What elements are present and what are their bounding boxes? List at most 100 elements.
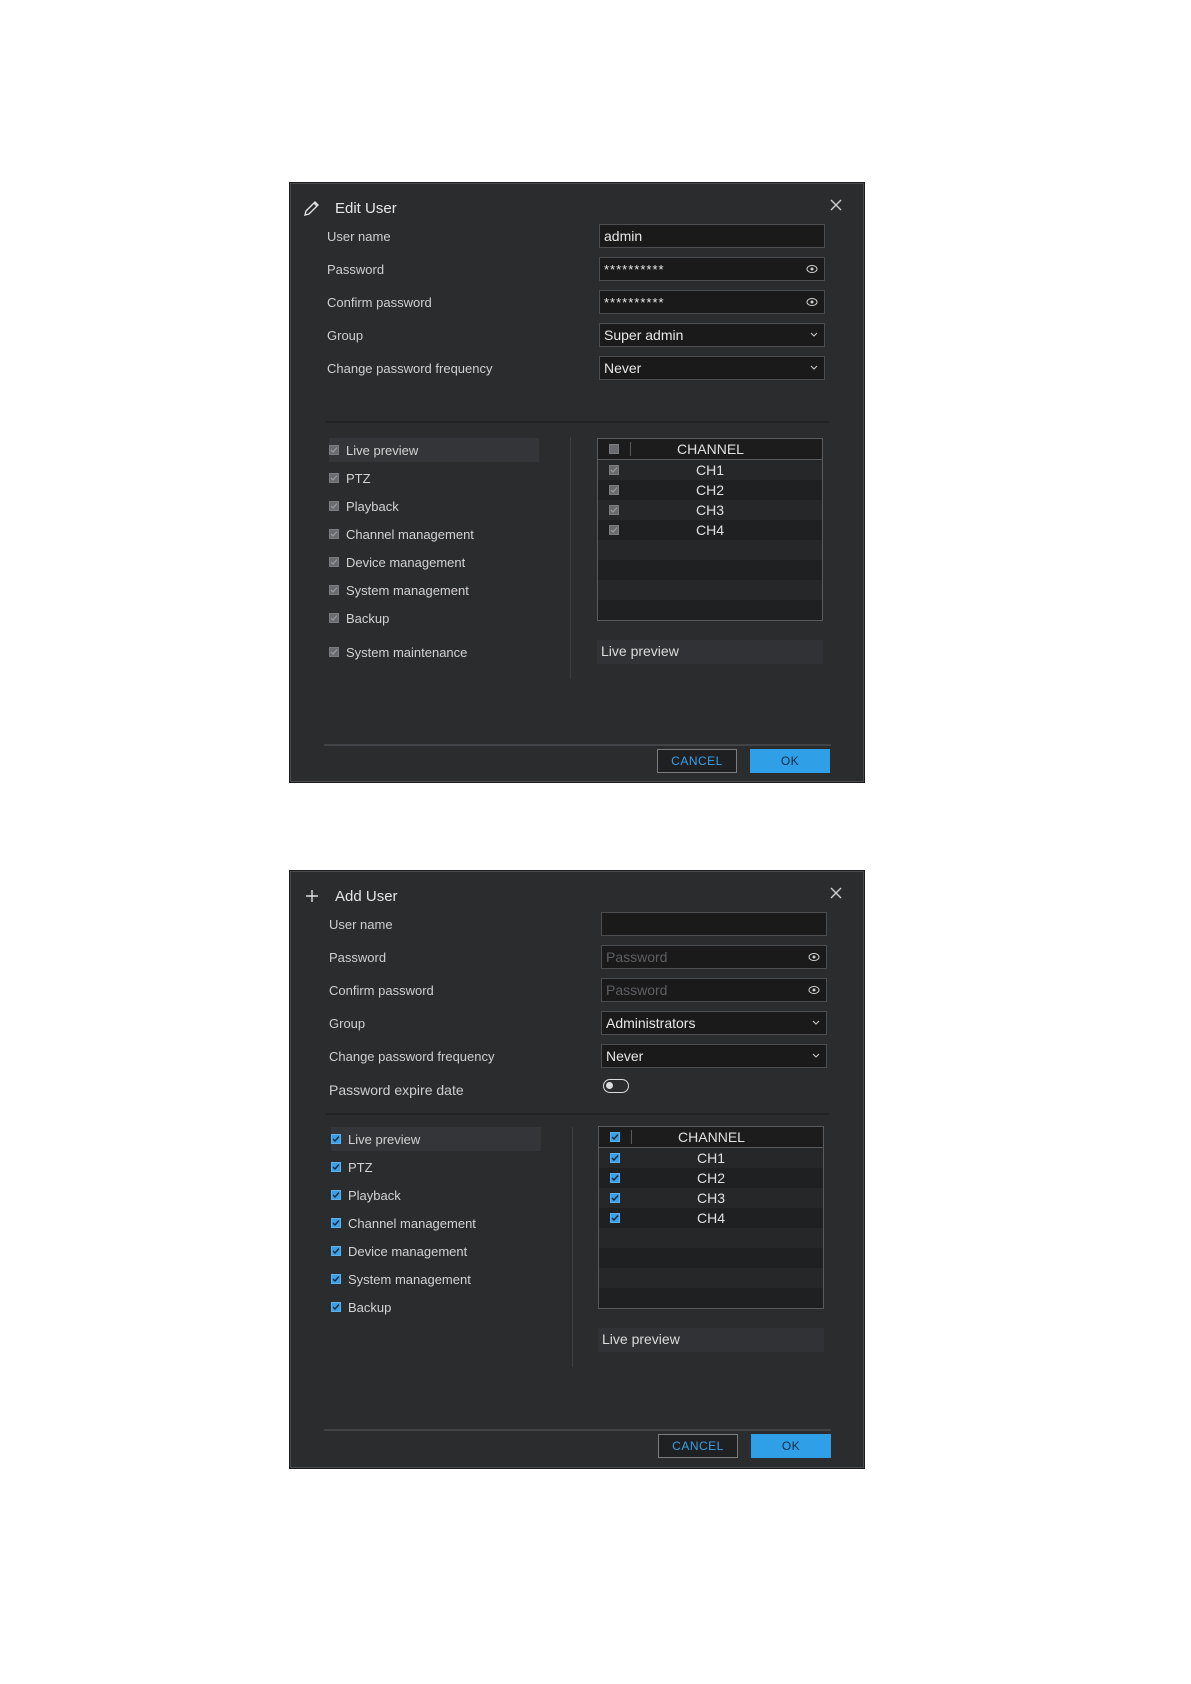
permission-checkbox[interactable] <box>331 1190 341 1200</box>
frequency-select[interactable]: Never <box>599 356 825 380</box>
channel-checkbox[interactable] <box>610 1153 620 1163</box>
channel-row[interactable]: CH3 <box>599 1188 823 1208</box>
permission-checkbox[interactable] <box>329 613 339 623</box>
channel-checkbox[interactable] <box>610 1193 620 1203</box>
section-divider <box>326 421 829 423</box>
group-select[interactable]: Administrators <box>601 1011 827 1035</box>
confirm-password-value: ********** <box>604 295 665 310</box>
group-select[interactable]: Super admin <box>599 323 825 347</box>
channel-row[interactable]: CH4 <box>599 1208 823 1228</box>
permission-item[interactable]: Backup <box>331 1295 391 1319</box>
permission-label: Channel management <box>348 1215 476 1231</box>
dialog-title: Add User <box>335 887 398 905</box>
permission-checkbox[interactable] <box>329 473 339 483</box>
permission-label: PTZ <box>348 1159 373 1175</box>
dialog-title-bar: Edit User <box>301 196 397 220</box>
permission-item[interactable]: Channel management <box>329 522 474 546</box>
confirm-password-field[interactable]: ********** <box>599 290 825 314</box>
permission-item[interactable]: Device management <box>329 550 465 574</box>
permission-item[interactable]: Backup <box>329 606 389 630</box>
group-row: Group Administrators <box>329 1011 827 1037</box>
username-row: User name admin <box>327 224 825 250</box>
password-label: Password <box>327 262 385 277</box>
expire-toggle[interactable] <box>603 1079 629 1093</box>
permission-checkbox[interactable] <box>331 1246 341 1256</box>
channel-checkbox[interactable] <box>610 1213 620 1223</box>
permission-label: Backup <box>346 610 390 626</box>
permission-checkbox[interactable] <box>329 557 339 567</box>
channel-row[interactable]: CH1 <box>599 1148 823 1168</box>
confirm-password-field[interactable]: Password <box>601 978 827 1002</box>
permission-checkbox[interactable] <box>329 501 339 511</box>
dialog-title-bar: Add User <box>301 884 398 908</box>
permission-checkbox[interactable] <box>331 1162 341 1172</box>
permission-label: Backup <box>348 1299 392 1315</box>
username-label: User name <box>327 229 391 244</box>
close-icon[interactable] <box>829 198 845 214</box>
eye-icon[interactable] <box>806 264 818 274</box>
password-field[interactable]: ********** <box>599 257 825 281</box>
username-field[interactable] <box>601 912 827 936</box>
permission-checkbox[interactable] <box>331 1302 341 1312</box>
group-row: Group Super admin <box>327 323 825 349</box>
permission-item[interactable]: PTZ <box>329 466 371 490</box>
password-placeholder: Password <box>606 949 668 965</box>
toggle-knob <box>606 1082 613 1089</box>
channel-checkbox[interactable] <box>609 505 619 515</box>
add-user-dialog: Add User User name Password Password Con… <box>290 871 864 1468</box>
close-icon[interactable] <box>829 886 845 902</box>
footer-divider <box>324 744 831 746</box>
channel-row[interactable]: CH3 <box>598 500 822 520</box>
channel-name: CH3 <box>696 1190 725 1206</box>
permission-checkbox[interactable] <box>331 1274 341 1284</box>
ok-button[interactable]: OK <box>751 1434 831 1458</box>
channel-checkbox[interactable] <box>609 525 619 535</box>
edit-user-dialog: Edit User User name admin Password *****… <box>290 183 864 782</box>
frequency-label: Change password frequency <box>329 1049 495 1064</box>
channel-checkbox[interactable] <box>610 1173 620 1183</box>
group-value: Administrators <box>606 1015 696 1031</box>
channel-checkbox[interactable] <box>609 465 619 475</box>
channel-row[interactable]: CH2 <box>599 1168 823 1188</box>
permission-item[interactable]: Device management <box>331 1239 467 1263</box>
permission-checkbox[interactable] <box>329 529 339 539</box>
permission-item[interactable]: System maintenance <box>329 640 467 664</box>
permission-checkbox[interactable] <box>329 585 339 595</box>
permission-item[interactable]: Playback <box>329 494 399 518</box>
select-all-checkbox[interactable] <box>610 1132 620 1142</box>
eye-icon[interactable] <box>808 952 820 962</box>
select-all-checkbox[interactable] <box>609 444 619 454</box>
section-divider <box>326 1113 829 1115</box>
eye-icon[interactable] <box>808 985 820 995</box>
username-field[interactable]: admin <box>599 224 825 248</box>
permission-item[interactable]: Channel management <box>331 1211 476 1235</box>
permission-checkbox[interactable] <box>331 1134 341 1144</box>
channel-row[interactable]: CH2 <box>598 480 822 500</box>
permission-item[interactable]: System management <box>331 1267 471 1291</box>
ok-button[interactable]: OK <box>750 749 830 773</box>
permission-item[interactable]: Live preview <box>329 438 539 462</box>
permission-item[interactable]: System management <box>329 578 469 602</box>
frequency-select[interactable]: Never <box>601 1044 827 1068</box>
channel-name: CH1 <box>695 462 724 478</box>
cancel-button[interactable]: CANCEL <box>657 749 737 773</box>
channel-row[interactable]: CH1 <box>598 460 822 480</box>
chevron-down-icon <box>810 365 818 370</box>
permission-checkbox[interactable] <box>329 445 339 455</box>
permission-checkbox[interactable] <box>329 647 339 657</box>
confirm-password-row: Confirm password Password <box>329 978 827 1004</box>
channel-row[interactable]: CH4 <box>598 520 822 540</box>
permission-label: System maintenance <box>346 644 468 660</box>
channel-checkbox[interactable] <box>609 485 619 495</box>
group-label: Group <box>327 328 364 343</box>
permission-item[interactable]: Live preview <box>331 1127 541 1151</box>
eye-icon[interactable] <box>806 297 818 307</box>
permission-item[interactable]: PTZ <box>331 1155 373 1179</box>
password-row: Password ********** <box>327 257 825 283</box>
permission-item[interactable]: Playback <box>331 1183 401 1207</box>
password-field[interactable]: Password <box>601 945 827 969</box>
permission-checkbox[interactable] <box>331 1218 341 1228</box>
cancel-button[interactable]: CANCEL <box>658 1434 738 1458</box>
confirm-password-placeholder: Password <box>606 982 668 998</box>
footer-divider <box>324 1429 831 1431</box>
